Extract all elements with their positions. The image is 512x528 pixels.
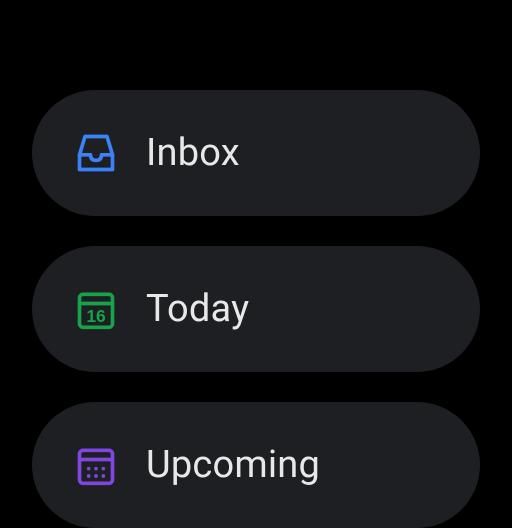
nav-item-label: Today — [146, 287, 249, 331]
nav-item-label: Inbox — [146, 131, 240, 175]
nav-item-label: Upcoming — [146, 443, 320, 487]
nav-item-upcoming[interactable]: Upcoming — [32, 402, 480, 528]
svg-text:16: 16 — [86, 306, 106, 326]
inbox-icon — [74, 131, 118, 175]
nav-list: Inbox 16 Today Upcoming — [32, 90, 480, 528]
calendar-today-icon: 16 — [74, 287, 118, 331]
calendar-upcoming-icon — [74, 443, 118, 487]
nav-item-today[interactable]: 16 Today — [32, 246, 480, 372]
nav-item-inbox[interactable]: Inbox — [32, 90, 480, 216]
